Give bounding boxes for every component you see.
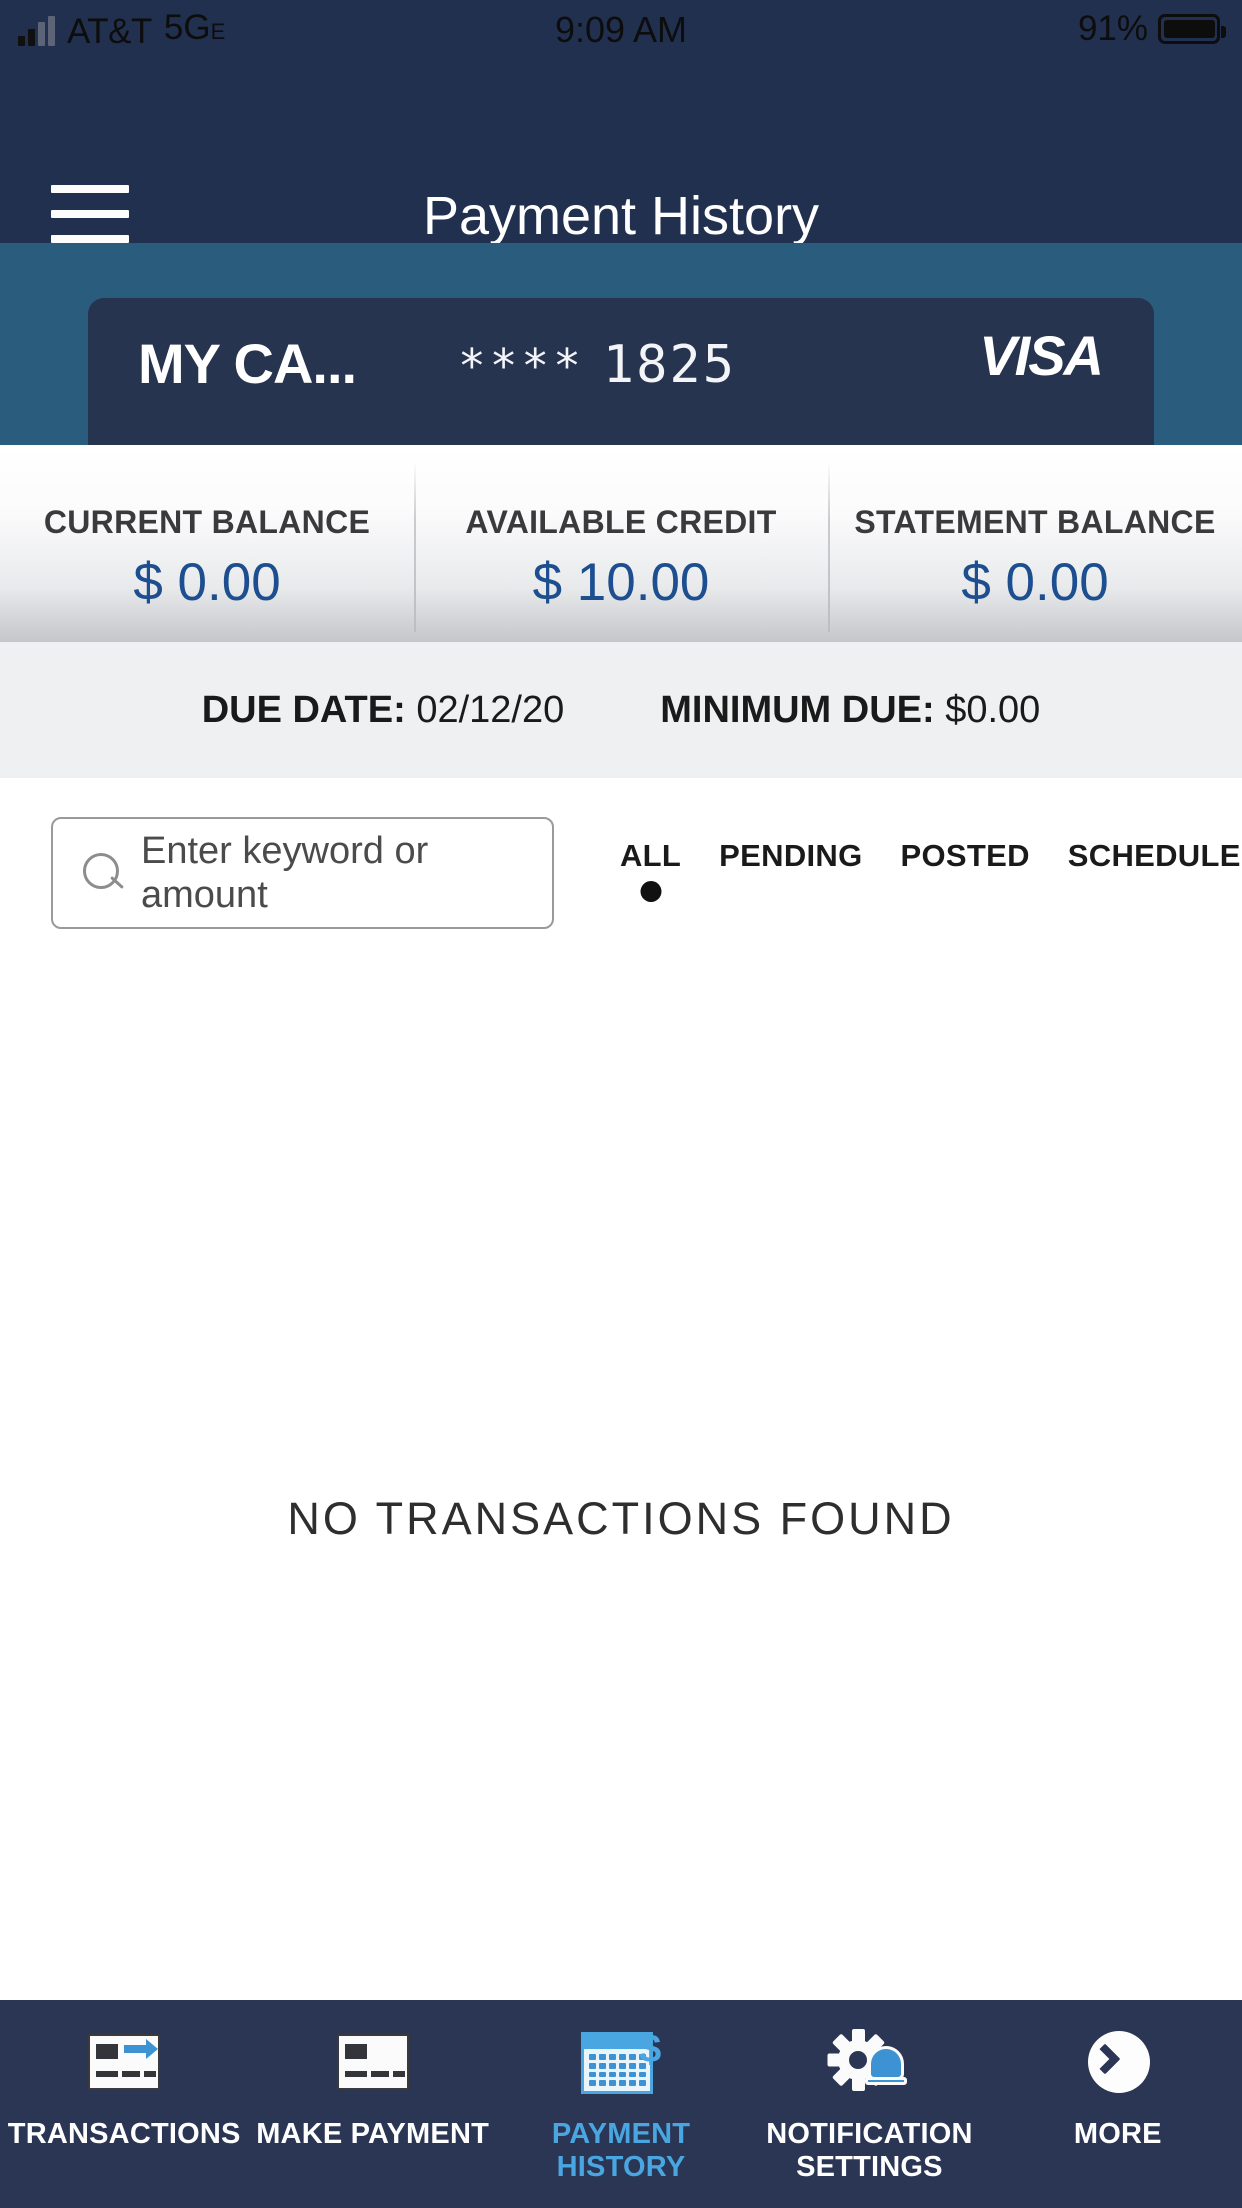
balance-statement: STATEMENT BALANCE $ 0.00: [828, 445, 1242, 642]
nav-label-line1: NOTIFICATION: [766, 2118, 973, 2150]
search-input[interactable]: Enter keyword or amount: [51, 817, 554, 929]
calendar-dollar-icon: $: [573, 2028, 669, 2104]
search-icon: [81, 852, 123, 894]
chevron-right-circle-icon: [1070, 2028, 1166, 2104]
search-placeholder: Enter keyword or amount: [141, 830, 429, 916]
active-tab-indicator: [640, 881, 662, 902]
filter-tab-all[interactable]: ALL: [620, 838, 681, 904]
transaction-list: NO TRANSACTIONS FOUND: [0, 1030, 1242, 2000]
card-arrow-icon: [76, 2028, 172, 2104]
battery-percent: 91%: [1077, 9, 1148, 48]
bottom-navigation: TRANSACTIONS MAKE PAYMENT $ PAYMENT HIST: [0, 2000, 1242, 2208]
nav-item-make-payment[interactable]: MAKE PAYMENT: [248, 2028, 496, 2151]
due-summary: DUE DATE: 02/12/20 MINIMUM DUE: $0.00: [0, 642, 1242, 778]
nav-item-notification-settings[interactable]: NOTIFICATION SETTINGS: [745, 2028, 993, 2184]
card-last4: 1825: [602, 335, 737, 395]
visa-logo: VISA: [979, 324, 1104, 387]
gear-bell-icon: [821, 2028, 917, 2104]
nav-item-payment-history[interactable]: $ PAYMENT HISTORY: [497, 2028, 745, 2184]
status-bar-clock: 9:09 AM: [554, 9, 688, 50]
nav-item-label: MAKE PAYMENT: [256, 2118, 490, 2150]
balance-label: STATEMENT BALANCE: [854, 504, 1216, 540]
nav-item-label: PAYMENT HISTORY: [552, 2118, 690, 2184]
filter-tab-scheduled[interactable]: SCHEDULED: [1068, 838, 1242, 904]
due-date-label: DUE DATE:: [201, 689, 406, 731]
filter-tab-label: SCHEDULED: [1067, 838, 1242, 873]
card-mask: ****: [458, 339, 585, 393]
nav-label-line2: HISTORY: [556, 2151, 686, 2183]
card-icon: [325, 2028, 421, 2104]
filter-tabs: ALL PENDING POSTED SCHEDULED: [620, 838, 1242, 904]
card-band: MY CA... **** 1825 VISA: [0, 243, 1242, 478]
app-header: Payment History: [0, 66, 1242, 246]
filter-tab-posted[interactable]: POSTED: [901, 838, 1030, 904]
nav-label-line1: PAYMENT: [551, 2118, 691, 2150]
due-date-value: 02/12/20: [416, 689, 565, 731]
minimum-due-label: MINIMUM DUE:: [660, 689, 935, 731]
balance-available-credit: AVAILABLE CREDIT $ 10.00: [414, 445, 828, 642]
balance-value: $ 0.00: [133, 553, 281, 612]
nav-item-label: TRANSACTIONS: [7, 2118, 241, 2150]
search-filter-row: Enter keyword or amount ALL PENDING POST…: [0, 778, 1242, 929]
minimum-due: MINIMUM DUE: $0.00: [660, 688, 1040, 732]
due-date: DUE DATE: 02/12/20: [202, 688, 565, 732]
status-bar: AT&T 5GE 9:09 AM 91%: [0, 0, 1242, 66]
card-number: **** 1825: [458, 334, 736, 397]
filter-tab-label: PENDING: [719, 838, 863, 873]
balance-value: $ 0.00: [961, 553, 1109, 612]
balance-label: AVAILABLE CREDIT: [465, 504, 777, 540]
nav-item-transactions[interactable]: TRANSACTIONS: [0, 2028, 248, 2151]
balance-label: CURRENT BALANCE: [43, 504, 371, 540]
status-bar-right: 91%: [1077, 8, 1226, 50]
battery-icon: [1158, 14, 1226, 44]
card-nickname: MY CA...: [138, 332, 357, 395]
nav-label-line2: SETTINGS: [796, 2151, 943, 2183]
filter-tab-label: ALL: [620, 838, 682, 873]
nav-item-more[interactable]: MORE: [994, 2028, 1242, 2151]
balance-value: $ 10.00: [532, 553, 710, 612]
empty-state-message: NO TRANSACTIONS FOUND: [287, 1493, 955, 1544]
minimum-due-value: $0.00: [945, 689, 1041, 731]
balance-summary: CURRENT BALANCE $ 0.00 AVAILABLE CREDIT …: [0, 445, 1242, 642]
nav-item-label: MORE: [1073, 2118, 1162, 2150]
filter-tab-pending[interactable]: PENDING: [719, 838, 862, 904]
balance-current: CURRENT BALANCE $ 0.00: [0, 445, 414, 642]
filter-tab-label: POSTED: [900, 838, 1030, 873]
nav-item-label: NOTIFICATION SETTINGS: [766, 2118, 972, 2184]
page-title: Payment History: [422, 186, 820, 246]
